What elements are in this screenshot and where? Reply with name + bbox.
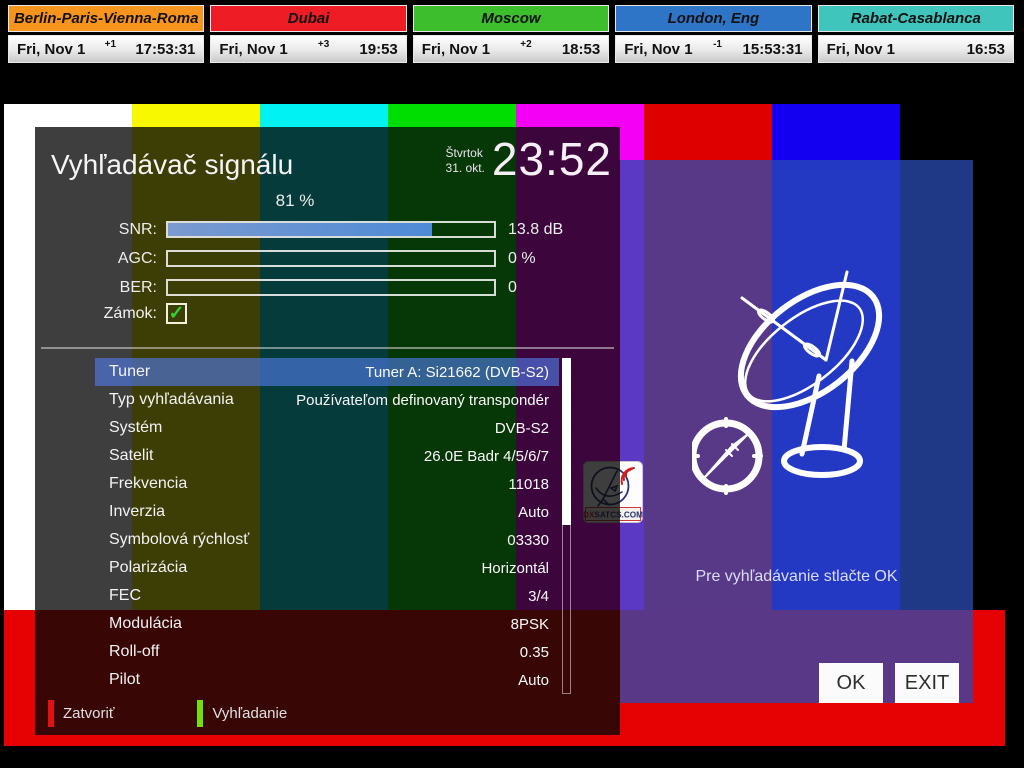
signal-finder-dialog: Vyhľadávač signálu Štvrtok 31. okt. 23:5…	[35, 127, 620, 735]
snr-value: 13.8 dB	[508, 221, 563, 239]
city-name: Berlin-Paris-Vienna-Roma	[8, 5, 204, 32]
checkmark-icon: ✓	[169, 305, 185, 322]
city-time: Fri, Nov 1 -1 15:53:31	[615, 35, 811, 63]
ber-meter: BER: 0	[35, 273, 620, 302]
world-clock-bar: Berlin-Paris-Vienna-Roma Fri, Nov 1 +1 1…	[8, 5, 1014, 67]
signal-meters: SNR: 13.8 dB AGC: 0 % BER: 0	[35, 215, 620, 302]
row-modulation[interactable]: Modulácia8PSK	[95, 610, 559, 638]
press-ok-hint: Pre vyhľadávanie stlačte OK	[630, 568, 963, 586]
city-clock: 17:53:31	[135, 41, 195, 58]
search-hint-panel: Pre vyhľadávanie stlačte OK	[620, 160, 973, 703]
scrollbar-track[interactable]	[562, 358, 571, 694]
row-system[interactable]: SystémDVB-S2	[95, 414, 559, 442]
row-fec[interactable]: FEC3/4	[95, 582, 559, 610]
city-clock: 15:53:31	[743, 41, 803, 58]
row-frequency[interactable]: Frekvencia11018	[95, 470, 559, 498]
city-utc-offset: -1	[713, 39, 722, 50]
row-inversion[interactable]: InverziaAuto	[95, 498, 559, 526]
city-name: Dubai	[210, 5, 406, 32]
ber-bar	[166, 279, 496, 296]
city-utc-offset: +2	[520, 39, 531, 50]
agc-value: 0 %	[508, 250, 536, 268]
dialog-footer: Zatvoriť Vyhľadanie	[35, 697, 620, 729]
divider-line	[41, 347, 614, 349]
row-satellite[interactable]: Satelit26.0E Badr 4/5/6/7	[95, 442, 559, 470]
city-utc-offset: +1	[105, 39, 116, 50]
green-key-icon	[197, 700, 203, 727]
city-clock: 19:53	[359, 41, 397, 58]
search-shortcut[interactable]: Vyhľadanie	[197, 699, 287, 727]
satellite-dish-icon	[692, 258, 912, 516]
clock-cell-london: London, Eng Fri, Nov 1 -1 15:53:31	[615, 5, 811, 67]
agc-bar	[166, 250, 496, 267]
tuning-parameters-list: TunerTuner A: Si21662 (DVB-S2) Typ vyhľa…	[95, 358, 559, 694]
lock-checkbox[interactable]: ✓	[166, 303, 187, 324]
close-shortcut[interactable]: Zatvoriť	[48, 699, 114, 727]
city-date: Fri, Nov 1	[827, 41, 895, 58]
city-clock: 16:53	[967, 41, 1005, 58]
dialog-title: Vyhľadávač signálu	[51, 149, 293, 181]
clock-cell-rabat: Rabat-Casablanca Fri, Nov 1 16:53	[818, 5, 1014, 67]
lock-label: Zámok:	[35, 305, 157, 323]
signal-percent: 81 %	[35, 191, 555, 211]
clock-day: Štvrtok	[446, 146, 485, 161]
agc-meter: AGC: 0 %	[35, 244, 620, 273]
lock-row: Zámok: ✓	[35, 303, 187, 324]
clock-cell-dubai: Dubai Fri, Nov 1 +3 19:53	[210, 5, 406, 67]
row-rolloff[interactable]: Roll-off0.35	[95, 638, 559, 666]
city-name: London, Eng	[615, 5, 811, 32]
city-date: Fri, Nov 1	[624, 41, 692, 58]
row-symbol-rate[interactable]: Symbolová rýchlosť03330	[95, 526, 559, 554]
city-date: Fri, Nov 1	[219, 41, 287, 58]
row-polarization[interactable]: PolarizáciaHorizontál	[95, 554, 559, 582]
agc-label: AGC:	[35, 250, 157, 268]
clock-cell-moscow: Moscow Fri, Nov 1 +2 18:53	[413, 5, 609, 67]
clock-cell-berlin: Berlin-Paris-Vienna-Roma Fri, Nov 1 +1 1…	[8, 5, 204, 67]
exit-button[interactable]: EXIT	[895, 663, 959, 703]
city-clock: 18:53	[562, 41, 600, 58]
city-date: Fri, Nov 1	[17, 41, 85, 58]
row-pilot[interactable]: PilotAuto	[95, 666, 559, 694]
dialog-clock: Štvrtok 31. okt. 23:52	[446, 135, 612, 183]
clock-date: 31. okt.	[446, 161, 485, 176]
city-utc-offset: +3	[318, 39, 329, 50]
city-time: Fri, Nov 1 +3 19:53	[210, 35, 406, 63]
snr-bar	[166, 221, 496, 238]
row-tuner[interactable]: TunerTuner A: Si21662 (DVB-S2)	[95, 358, 559, 386]
city-time: Fri, Nov 1 +1 17:53:31	[8, 35, 204, 63]
snr-meter: SNR: 13.8 dB	[35, 215, 620, 244]
red-key-icon	[48, 700, 54, 727]
tv-screen: Berlin-Paris-Vienna-Roma Fri, Nov 1 +1 1…	[0, 0, 1024, 768]
city-name: Rabat-Casablanca	[818, 5, 1014, 32]
ber-value: 0	[508, 279, 517, 297]
scrollbar-thumb[interactable]	[562, 358, 571, 525]
city-time: Fri, Nov 1 16:53	[818, 35, 1014, 63]
city-name: Moscow	[413, 5, 609, 32]
ok-button[interactable]: OK	[819, 663, 883, 703]
clock-time: 23:52	[492, 135, 612, 183]
row-search-type[interactable]: Typ vyhľadávaniaPoužívateľom definovaný …	[95, 386, 559, 414]
city-time: Fri, Nov 1 +2 18:53	[413, 35, 609, 63]
city-date: Fri, Nov 1	[422, 41, 490, 58]
ber-label: BER:	[35, 279, 157, 297]
snr-label: SNR:	[35, 221, 157, 239]
